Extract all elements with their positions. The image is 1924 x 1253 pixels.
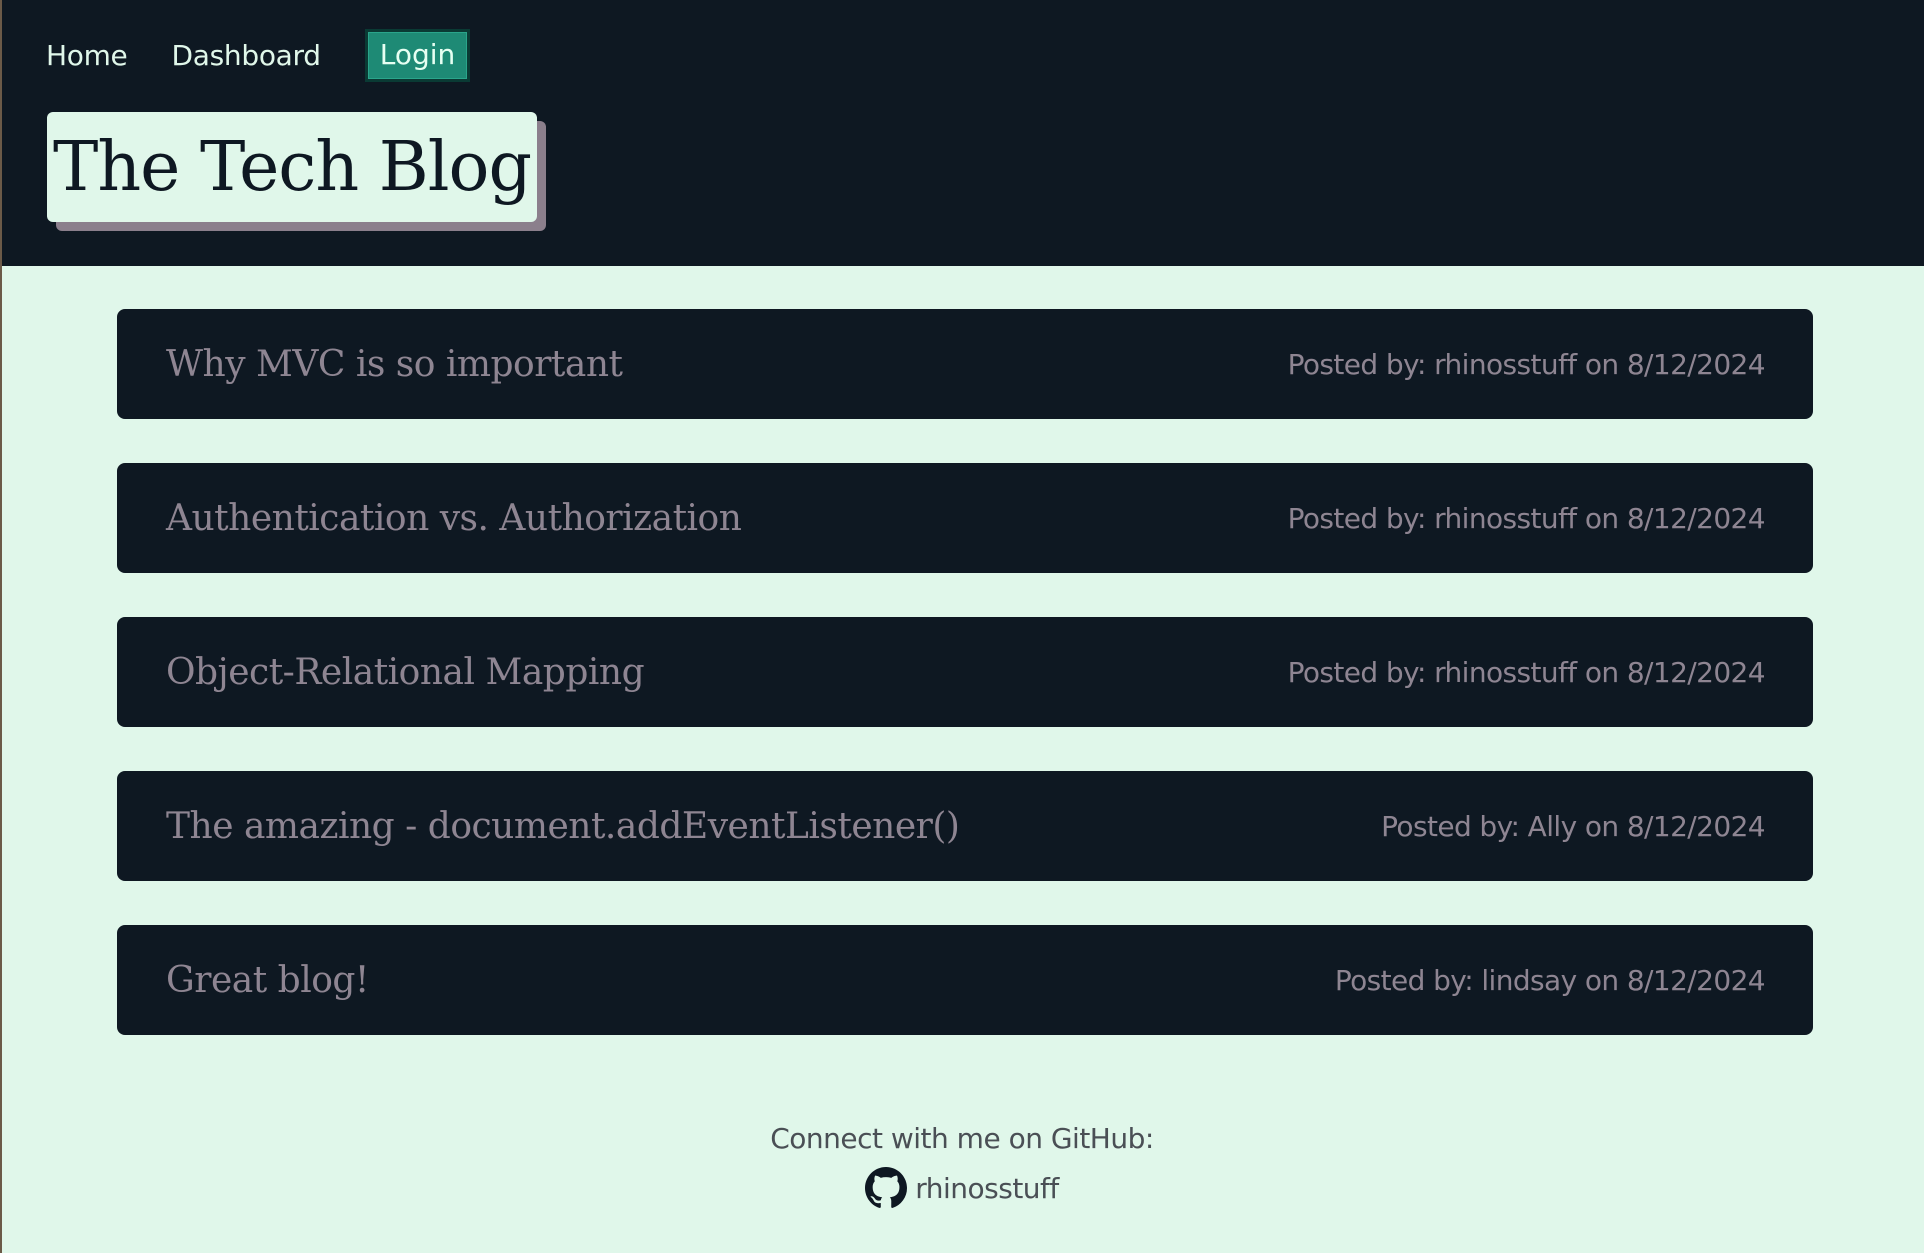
github-icon (865, 1167, 908, 1208)
post-title[interactable]: Why MVC is so important (166, 344, 623, 385)
nav-home-link[interactable]: Home (46, 39, 128, 72)
post-title[interactable]: Great blog! (166, 960, 369, 1001)
post-list: Why MVC is so important Posted by: rhino… (117, 309, 1813, 1079)
github-link[interactable]: rhinosstuff (865, 1167, 1059, 1209)
post-meta: Posted by: lindsay on 8/12/2024 (1334, 963, 1766, 997)
site-title: The Tech Blog (52, 127, 532, 207)
post-card[interactable]: Great blog! Posted by: lindsay on 8/12/2… (117, 925, 1813, 1035)
post-meta: Posted by: Ally on 8/12/2024 (1381, 809, 1765, 843)
post-title[interactable]: The amazing - document.addEventListener(… (166, 806, 960, 847)
nav-dashboard-link[interactable]: Dashboard (172, 39, 322, 72)
post-title[interactable]: Authentication vs. Authorization (166, 498, 742, 539)
post-meta: Posted by: rhinosstuff on 8/12/2024 (1287, 501, 1766, 535)
site-header: Home Dashboard Login The Tech Blog (2, 0, 1924, 266)
post-card[interactable]: Object-Relational Mapping Posted by: rhi… (117, 617, 1813, 727)
nav-login-button[interactable]: Login (364, 28, 471, 82)
site-footer: Connect with me on GitHub: rhinosstuff (0, 1122, 1924, 1213)
post-card[interactable]: Why MVC is so important Posted by: rhino… (117, 309, 1813, 419)
site-title-badge: The Tech Blog (47, 112, 546, 231)
footer-connect-text: Connect with me on GitHub: (770, 1122, 1154, 1155)
post-card[interactable]: The amazing - document.addEventListener(… (117, 771, 1813, 881)
post-meta: Posted by: rhinosstuff on 8/12/2024 (1287, 347, 1766, 381)
main-nav: Home Dashboard Login (46, 28, 471, 82)
github-username[interactable]: rhinosstuff (915, 1172, 1059, 1205)
post-title[interactable]: Object-Relational Mapping (166, 652, 645, 693)
site-title-card: The Tech Blog (47, 112, 537, 222)
post-card[interactable]: Authentication vs. Authorization Posted … (117, 463, 1813, 573)
post-meta: Posted by: rhinosstuff on 8/12/2024 (1287, 655, 1766, 689)
